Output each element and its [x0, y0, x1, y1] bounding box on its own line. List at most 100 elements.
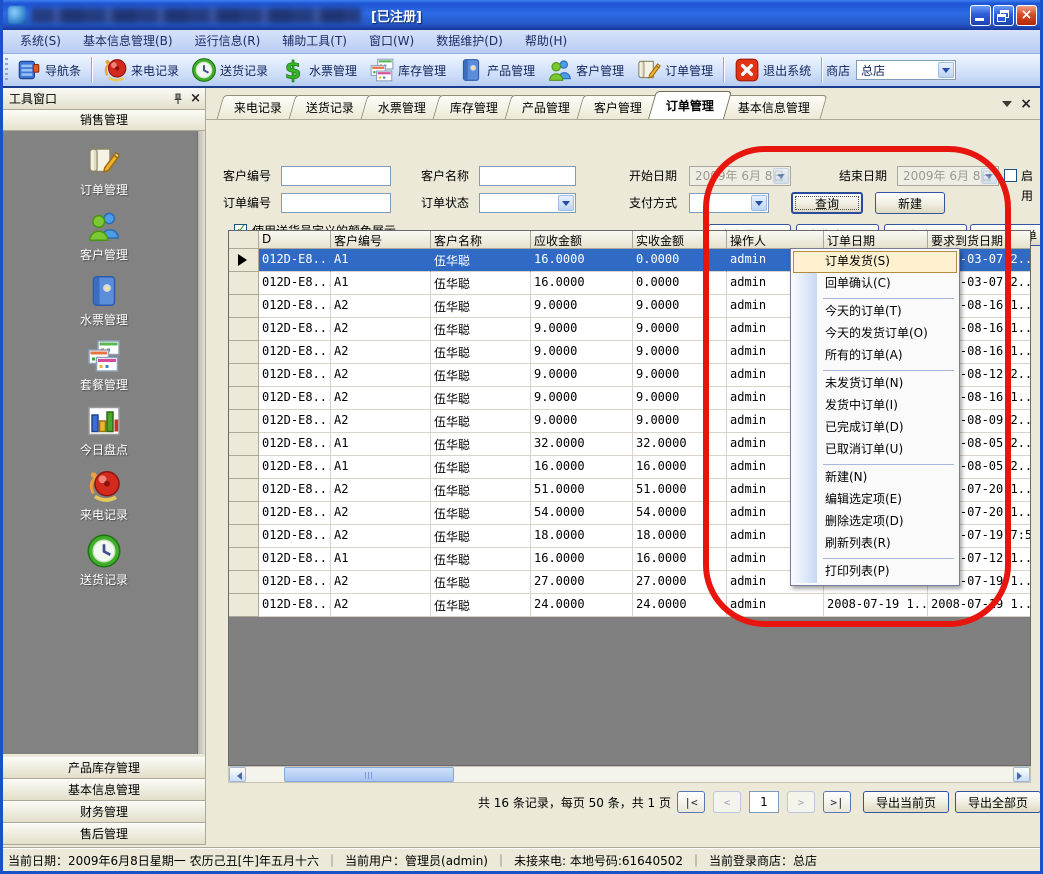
cell-customer_no[interactable]: A2	[331, 594, 431, 617]
toolbar-button-0[interactable]: 导航条	[10, 55, 87, 85]
row-selector-cell[interactable]	[229, 318, 259, 341]
context-menu-item-今天的订单(T)[interactable]: 今天的订单(T)	[793, 301, 957, 323]
row-selector-cell[interactable]	[229, 387, 259, 410]
context-menu-item-回单确认(C)[interactable]: 回单确认(C)	[793, 273, 957, 295]
sidebar-item-水票管理[interactable]: 水票管理	[3, 273, 205, 328]
row-selector-cell[interactable]	[229, 295, 259, 318]
query-button[interactable]: 查询	[791, 192, 863, 214]
cell-id[interactable]: 012D-E8...	[259, 502, 331, 525]
row-selector-cell[interactable]	[229, 341, 259, 364]
cell-id[interactable]: 012D-E8...	[259, 341, 331, 364]
cell-receivable[interactable]: 9.0000	[531, 410, 633, 433]
new-button[interactable]: 新建	[875, 192, 945, 214]
cell-received[interactable]: 54.0000	[633, 502, 727, 525]
cell-received[interactable]: 16.0000	[633, 456, 727, 479]
cell-receivable[interactable]: 54.0000	[531, 502, 633, 525]
row-selector-cell[interactable]	[229, 525, 259, 548]
menubar-item-0[interactable]: 系统(S)	[9, 30, 72, 53]
context-menu-item-未发货订单(N)[interactable]: 未发货订单(N)	[793, 373, 957, 395]
cell-received[interactable]: 27.0000	[633, 571, 727, 594]
cell-customer_no[interactable]: A1	[331, 456, 431, 479]
row-selector-cell[interactable]	[229, 502, 259, 525]
row-selector-cell[interactable]	[229, 548, 259, 571]
tab-list-chevron-icon[interactable]	[1002, 101, 1012, 112]
cell-received[interactable]: 9.0000	[633, 318, 727, 341]
cell-customer_no[interactable]: A1	[331, 433, 431, 456]
cell-id[interactable]: 012D-E8...	[259, 364, 331, 387]
next-page-button[interactable]: >	[787, 791, 815, 813]
sidebar-scrollbar[interactable]	[197, 131, 205, 754]
end-date-picker[interactable]: 2009年 6月 8日	[897, 166, 999, 186]
tab-产品管理[interactable]: 产品管理	[505, 95, 588, 119]
context-menu-item-打印列表(P)[interactable]: 打印列表(P)	[793, 561, 957, 583]
tab-订单管理[interactable]: 订单管理	[648, 91, 732, 119]
sidebar-item-套餐管理[interactable]: 套餐管理	[3, 338, 205, 393]
tab-送货记录[interactable]: 送货记录	[289, 95, 372, 119]
context-menu-item-编辑选定项(E)[interactable]: 编辑选定项(E)	[793, 489, 957, 511]
cell-received[interactable]: 32.0000	[633, 433, 727, 456]
cell-customer_name[interactable]: 伍华聪	[431, 479, 531, 502]
scrollbar-thumb[interactable]	[284, 767, 454, 782]
tab-基本信息管理[interactable]: 基本信息管理	[721, 95, 828, 119]
cell-id[interactable]: 012D-E8...	[259, 594, 331, 617]
cell-receivable[interactable]: 27.0000	[531, 571, 633, 594]
cell-customer_name[interactable]: 伍华聪	[431, 272, 531, 295]
start-date-picker[interactable]: 2009年 6月 8日	[689, 166, 791, 186]
sidebar-section-2[interactable]: 财务管理	[3, 801, 205, 823]
restore-button[interactable]	[993, 5, 1014, 26]
toolbar-button-5[interactable]: 产品管理	[452, 55, 541, 85]
order-status-combo[interactable]	[479, 193, 576, 213]
minimize-button[interactable]	[970, 5, 991, 26]
cell-receivable[interactable]: 51.0000	[531, 479, 633, 502]
row-selector-cell[interactable]	[229, 249, 259, 272]
prev-page-button[interactable]: <	[713, 791, 741, 813]
cell-receivable[interactable]: 9.0000	[531, 341, 633, 364]
context-menu-item-刷新列表(R)[interactable]: 刷新列表(R)	[793, 533, 957, 555]
cell-received[interactable]: 9.0000	[633, 410, 727, 433]
cell-customer_name[interactable]: 伍华聪	[431, 410, 531, 433]
toolbar-button-1[interactable]: 来电记录	[96, 55, 185, 85]
row-selector-cell[interactable]	[229, 433, 259, 456]
sidebar-item-送货记录[interactable]: 送货记录	[3, 533, 205, 588]
tab-库存管理[interactable]: 库存管理	[433, 95, 516, 119]
toolbar-button-8[interactable]: 退出系统	[728, 55, 817, 85]
cell-received[interactable]: 18.0000	[633, 525, 727, 548]
context-menu-item-所有的订单(A)[interactable]: 所有的订单(A)	[793, 345, 957, 367]
last-page-button[interactable]: >|	[823, 791, 851, 813]
cell-receivable[interactable]: 16.0000	[531, 456, 633, 479]
cell-received[interactable]: 9.0000	[633, 387, 727, 410]
column-header-7[interactable]: 要求到货日期	[928, 231, 1031, 249]
cell-id[interactable]: 012D-E8...	[259, 318, 331, 341]
column-header-5[interactable]: 操作人	[727, 231, 824, 249]
column-header-2[interactable]: 客户名称	[431, 231, 531, 249]
cell-customer_no[interactable]: A1	[331, 249, 431, 272]
cell-customer_no[interactable]: A2	[331, 525, 431, 548]
cell-receivable[interactable]: 9.0000	[531, 364, 633, 387]
cell-customer_no[interactable]: A2	[331, 295, 431, 318]
cell-customer_name[interactable]: 伍华聪	[431, 387, 531, 410]
row-selector-cell[interactable]	[229, 272, 259, 295]
cell-customer_name[interactable]: 伍华聪	[431, 548, 531, 571]
menubar-item-6[interactable]: 帮助(H)	[514, 30, 578, 53]
context-menu-item-已完成订单(D)[interactable]: 已完成订单(D)	[793, 417, 957, 439]
cell-id[interactable]: 012D-E8...	[259, 571, 331, 594]
cell-customer_name[interactable]: 伍华聪	[431, 502, 531, 525]
sidebar-section-1[interactable]: 基本信息管理	[3, 779, 205, 801]
cell-customer_name[interactable]: 伍华聪	[431, 249, 531, 272]
cell-receivable[interactable]: 18.0000	[531, 525, 633, 548]
cell-customer_name[interactable]: 伍华聪	[431, 456, 531, 479]
sidebar-item-来电记录[interactable]: 来电记录	[3, 468, 205, 523]
table-row[interactable]: 012D-E8...A2伍华聪24.000024.0000admin2008-0…	[229, 594, 1030, 617]
export-all-pages-button[interactable]: 导出全部页	[955, 791, 1040, 813]
cell-customer_no[interactable]: A1	[331, 272, 431, 295]
toolbar-button-3[interactable]: $水票管理	[274, 55, 363, 85]
cell-order_date[interactable]: 2008-07-19 1...	[824, 594, 928, 617]
customer-name-input[interactable]	[479, 166, 576, 186]
context-menu-item-新建(N)[interactable]: 新建(N)	[793, 467, 957, 489]
cell-customer_name[interactable]: 伍华聪	[431, 295, 531, 318]
column-header-1[interactable]: 客户编号	[331, 231, 431, 249]
context-menu-item-今天的发货订单(O)[interactable]: 今天的发货订单(O)	[793, 323, 957, 345]
tab-水票管理[interactable]: 水票管理	[361, 95, 444, 119]
cell-received[interactable]: 0.0000	[633, 272, 727, 295]
cell-received[interactable]: 24.0000	[633, 594, 727, 617]
